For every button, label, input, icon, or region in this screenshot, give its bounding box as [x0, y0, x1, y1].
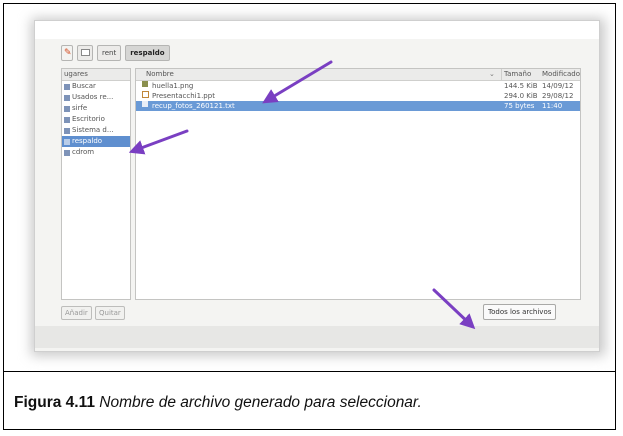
arrow-to-selected-file	[262, 60, 333, 104]
arrow-to-open-button	[432, 288, 476, 330]
arrow-to-respaldo-place	[128, 129, 189, 155]
figure-caption: Figura 4.11 Nombre de archivo generado p…	[14, 394, 422, 412]
annotation-arrows	[128, 60, 476, 330]
caption-number: Figura 4.11	[14, 394, 95, 411]
caption-text: Nombre de archivo generado para seleccio…	[99, 394, 422, 411]
